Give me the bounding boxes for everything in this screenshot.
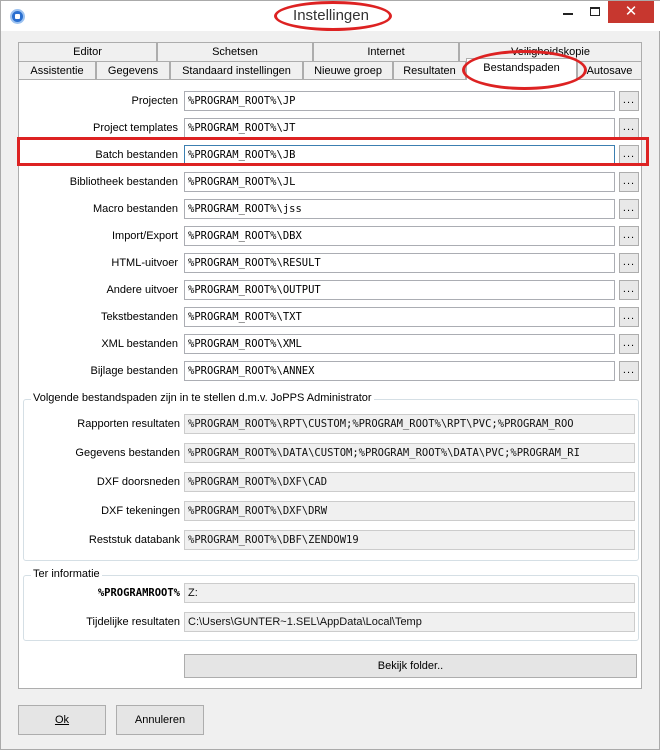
path-label: Bibliotheek bestanden [69, 176, 178, 188]
path-label: HTML-uitvoer [111, 257, 178, 269]
path-label: Macro bestanden [93, 203, 178, 215]
path-input-bibliotheek[interactable]: %PROGRAM_ROOT%\JL [184, 172, 615, 192]
path-input-projecten[interactable]: %PROGRAM_ROOT%\JP [184, 91, 615, 111]
path-label: Tekstbestanden [100, 311, 178, 323]
browse-button[interactable]: ... [619, 334, 639, 354]
readonly-field-gegevens[interactable]: %PROGRAM_ROOT%\DATA\CUSTOM;%PROGRAM_ROOT… [184, 443, 635, 463]
path-label: XML bestanden [101, 338, 178, 350]
maximize-button[interactable] [581, 1, 608, 23]
close-icon: ✕ [624, 3, 638, 20]
group-title: Volgende bestandspaden zijn in te stelle… [31, 392, 374, 404]
readonly-field-reststuk[interactable]: %PROGRAM_ROOT%\DBF\ZENDOW19 [184, 530, 635, 550]
tab-bestandspaden[interactable]: Bestandspaden [466, 58, 577, 80]
path-label: Import/Export [111, 230, 178, 242]
path-input-html-uitvoer[interactable]: %PROGRAM_ROOT%\RESULT [184, 253, 615, 273]
tab-editor[interactable]: Editor [18, 42, 157, 62]
browse-button[interactable]: ... [619, 145, 639, 165]
path-input-import-export[interactable]: %PROGRAM_ROOT%\DBX [184, 226, 615, 246]
browse-button[interactable]: ... [619, 118, 639, 138]
readonly-field-dxf-doorsneden[interactable]: %PROGRAM_ROOT%\DXF\CAD [184, 472, 635, 492]
path-label: Project templates [93, 122, 178, 134]
path-input-andere-uitvoer[interactable]: %PROGRAM_ROOT%\OUTPUT [184, 280, 615, 300]
minimize-button[interactable] [554, 1, 581, 23]
readonly-field-tijdelijke-resultaten[interactable]: C:\Users\GUNTER~1.SEL\AppData\Local\Temp [184, 612, 635, 632]
browse-button[interactable]: ... [619, 307, 639, 327]
tab-gegevens[interactable]: Gegevens [96, 61, 170, 81]
tab-nieuwe-groep[interactable]: Nieuwe groep [303, 61, 393, 81]
readonly-label: Tijdelijke resultaten [86, 616, 180, 628]
browse-button[interactable]: ... [619, 199, 639, 219]
browse-button[interactable]: ... [619, 280, 639, 300]
browse-button[interactable]: ... [619, 361, 639, 381]
readonly-label: DXF tekeningen [101, 505, 180, 517]
settings-window: Instellingen ✕ Editor Schetsen Internet … [0, 0, 660, 750]
tab-schetsen[interactable]: Schetsen [157, 42, 313, 62]
minimize-icon [562, 13, 573, 15]
browse-button[interactable]: ... [619, 172, 639, 192]
tab-internet[interactable]: Internet [313, 42, 459, 62]
browse-button[interactable]: ... [619, 226, 639, 246]
readonly-field-dxf-tekeningen[interactable]: %PROGRAM_ROOT%\DXF\DRW [184, 501, 635, 521]
path-label: Projecten [131, 95, 178, 107]
title-bar[interactable]: Instellingen ✕ [1, 1, 660, 31]
readonly-label: Gegevens bestanden [75, 447, 180, 459]
readonly-field-rapporten[interactable]: %PROGRAM_ROOT%\RPT\CUSTOM;%PROGRAM_ROOT%… [184, 414, 635, 434]
readonly-field-programroot[interactable]: Z: [184, 583, 635, 603]
readonly-label: Reststuk databank [88, 534, 180, 546]
browse-button[interactable]: ... [619, 91, 639, 111]
path-input-macro[interactable]: %PROGRAM_ROOT%\jss [184, 199, 615, 219]
path-label: Bijlage bestanden [90, 365, 178, 377]
group-title: Ter informatie [31, 568, 102, 580]
maximize-icon [589, 7, 600, 16]
readonly-label: %PROGRAMROOT% [97, 587, 180, 599]
path-input-xml[interactable]: %PROGRAM_ROOT%\XML [184, 334, 615, 354]
view-folder-button[interactable]: Bekijk folder.. [184, 654, 637, 678]
path-label: Batch bestanden [95, 149, 178, 161]
path-input-bijlage[interactable]: %PROGRAM_ROOT%\ANNEX [184, 361, 615, 381]
close-button[interactable]: ✕ [608, 1, 654, 23]
cancel-button[interactable]: Annuleren [116, 705, 204, 735]
readonly-label: Rapporten resultaten [77, 418, 180, 430]
tab-autosave[interactable]: Autosave [577, 61, 642, 81]
title-annotation-circle [274, 1, 392, 31]
path-label: Andere uitvoer [106, 284, 178, 296]
tab-standaard-instellingen[interactable]: Standaard instellingen [170, 61, 303, 81]
ok-button[interactable]: Ok [18, 705, 106, 735]
readonly-label: DXF doorsneden [96, 476, 180, 488]
path-input-project-templates[interactable]: %PROGRAM_ROOT%\JT [184, 118, 615, 138]
tab-resultaten[interactable]: Resultaten [393, 61, 466, 81]
tab-assistentie[interactable]: Assistentie [18, 61, 96, 81]
browse-button[interactable]: ... [619, 253, 639, 273]
path-input-batch-bestanden[interactable]: %PROGRAM_ROOT%\JB [184, 145, 615, 165]
path-input-tekstbestanden[interactable]: %PROGRAM_ROOT%\TXT [184, 307, 615, 327]
